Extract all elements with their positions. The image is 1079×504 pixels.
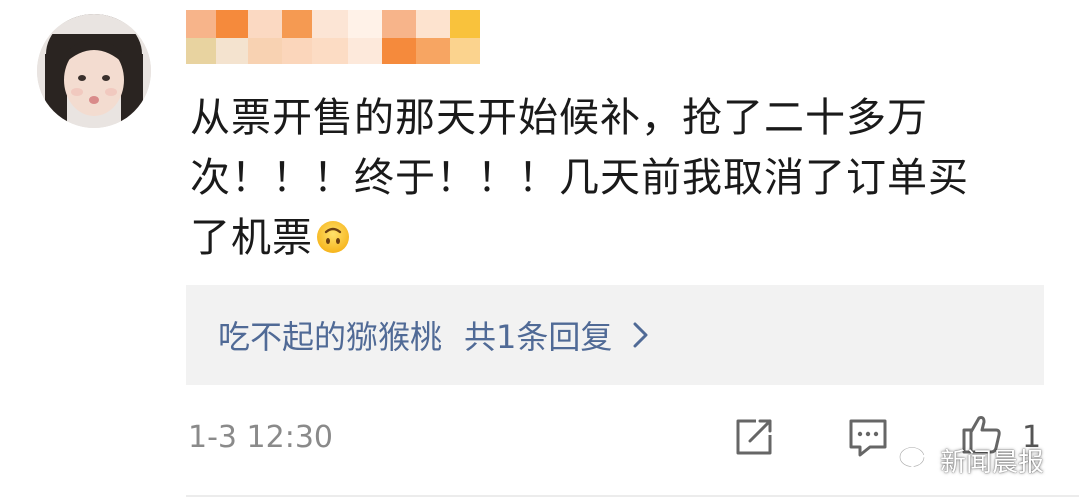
reply-preview-link[interactable]: 吃不起的猕猴桃 共1条回复 [186,285,1044,385]
reply-count[interactable]: 共1条回复 [464,312,612,358]
watermark-text: 新闻晨报 [940,447,1045,478]
divider [186,495,1079,497]
reply-author[interactable]: 吃不起的猕猴桃 [218,312,442,358]
username-censored [186,10,486,65]
comment-body: 从票开售的那天开始候补，抢了二十多万 次！！！终于！！！几天前我取消了订单买 了… [190,88,1010,268]
wechat-icon [898,446,934,474]
comment-icon[interactable] [846,415,890,459]
chevron-right-icon [630,320,652,350]
comment-line-3: 了机票 [190,208,1010,268]
comment-line-1: 从票开售的那天开始候补，抢了二十多万 [190,95,928,141]
watermark: 新闻晨报 [898,440,1044,480]
comment-line-2: 次！！！终于！！！几天前我取消了订单买 [190,155,969,201]
comment-line-3-text: 了机票 [190,215,313,261]
avatar[interactable] [37,14,151,128]
share-icon[interactable] [732,415,776,459]
upside-down-face-emoji-icon [315,212,351,253]
timestamp: 1-3 12:30 [188,420,333,455]
